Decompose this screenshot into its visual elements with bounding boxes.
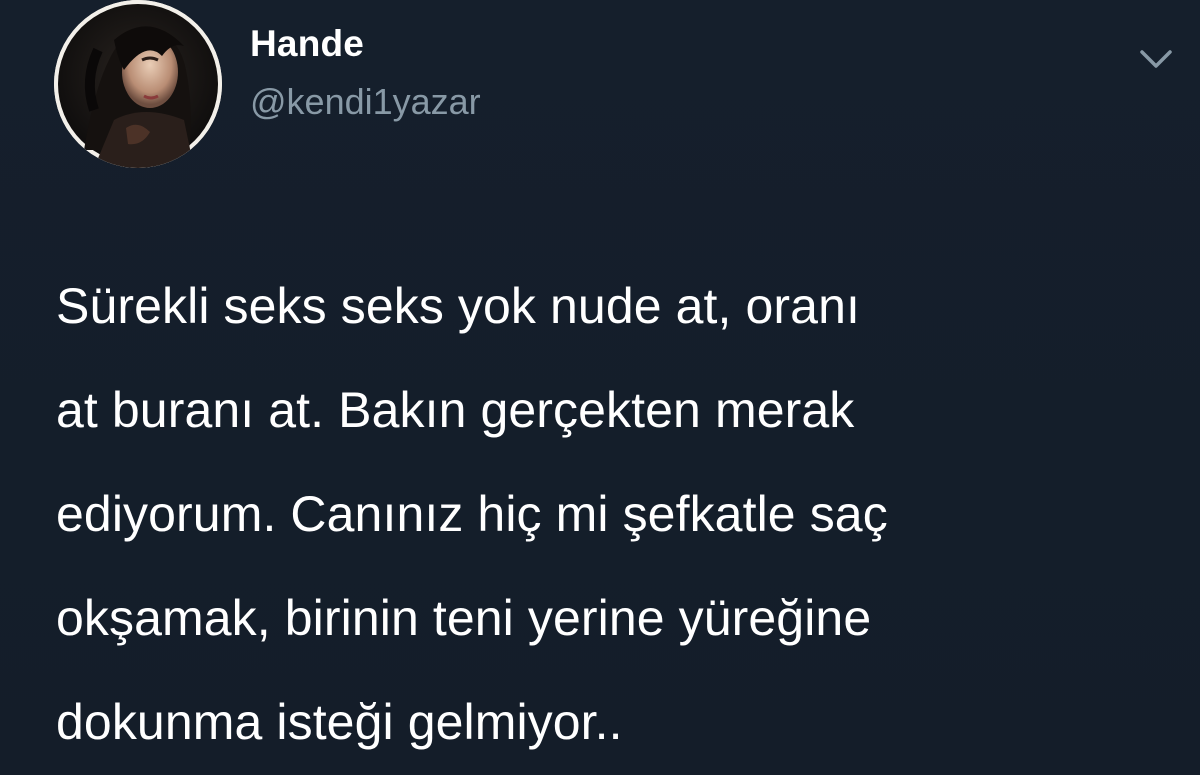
tweet-text-line: at buranı at. Bakın gerçekten merak xyxy=(56,382,855,438)
tweet-text-line: Sürekli seks seks yok nude at, oranı xyxy=(56,278,860,334)
tweet-text-line: dokunma isteği gelmiyor.. xyxy=(56,694,623,750)
author-avatar[interactable] xyxy=(54,0,222,168)
tweet-menu-button[interactable] xyxy=(1136,44,1176,74)
tweet-text-line: ediyorum. Canınız hiç mi şefkatle saç xyxy=(56,486,888,542)
avatar-photo-icon xyxy=(54,0,222,168)
chevron-down-icon xyxy=(1140,50,1172,68)
tweet-author[interactable]: Hande @kendi1yazar xyxy=(250,22,481,124)
tweet-text-line: okşamak, birinin teni yerine yüreğine xyxy=(56,590,872,646)
tweet-text: Sürekli seks seks yok nude at, oranı at … xyxy=(56,254,1156,774)
author-display-name[interactable]: Hande xyxy=(250,22,481,66)
author-handle[interactable]: @kendi1yazar xyxy=(250,80,481,124)
tweet-card: Hande @kendi1yazar Sürekli seks seks yok… xyxy=(0,0,1200,775)
